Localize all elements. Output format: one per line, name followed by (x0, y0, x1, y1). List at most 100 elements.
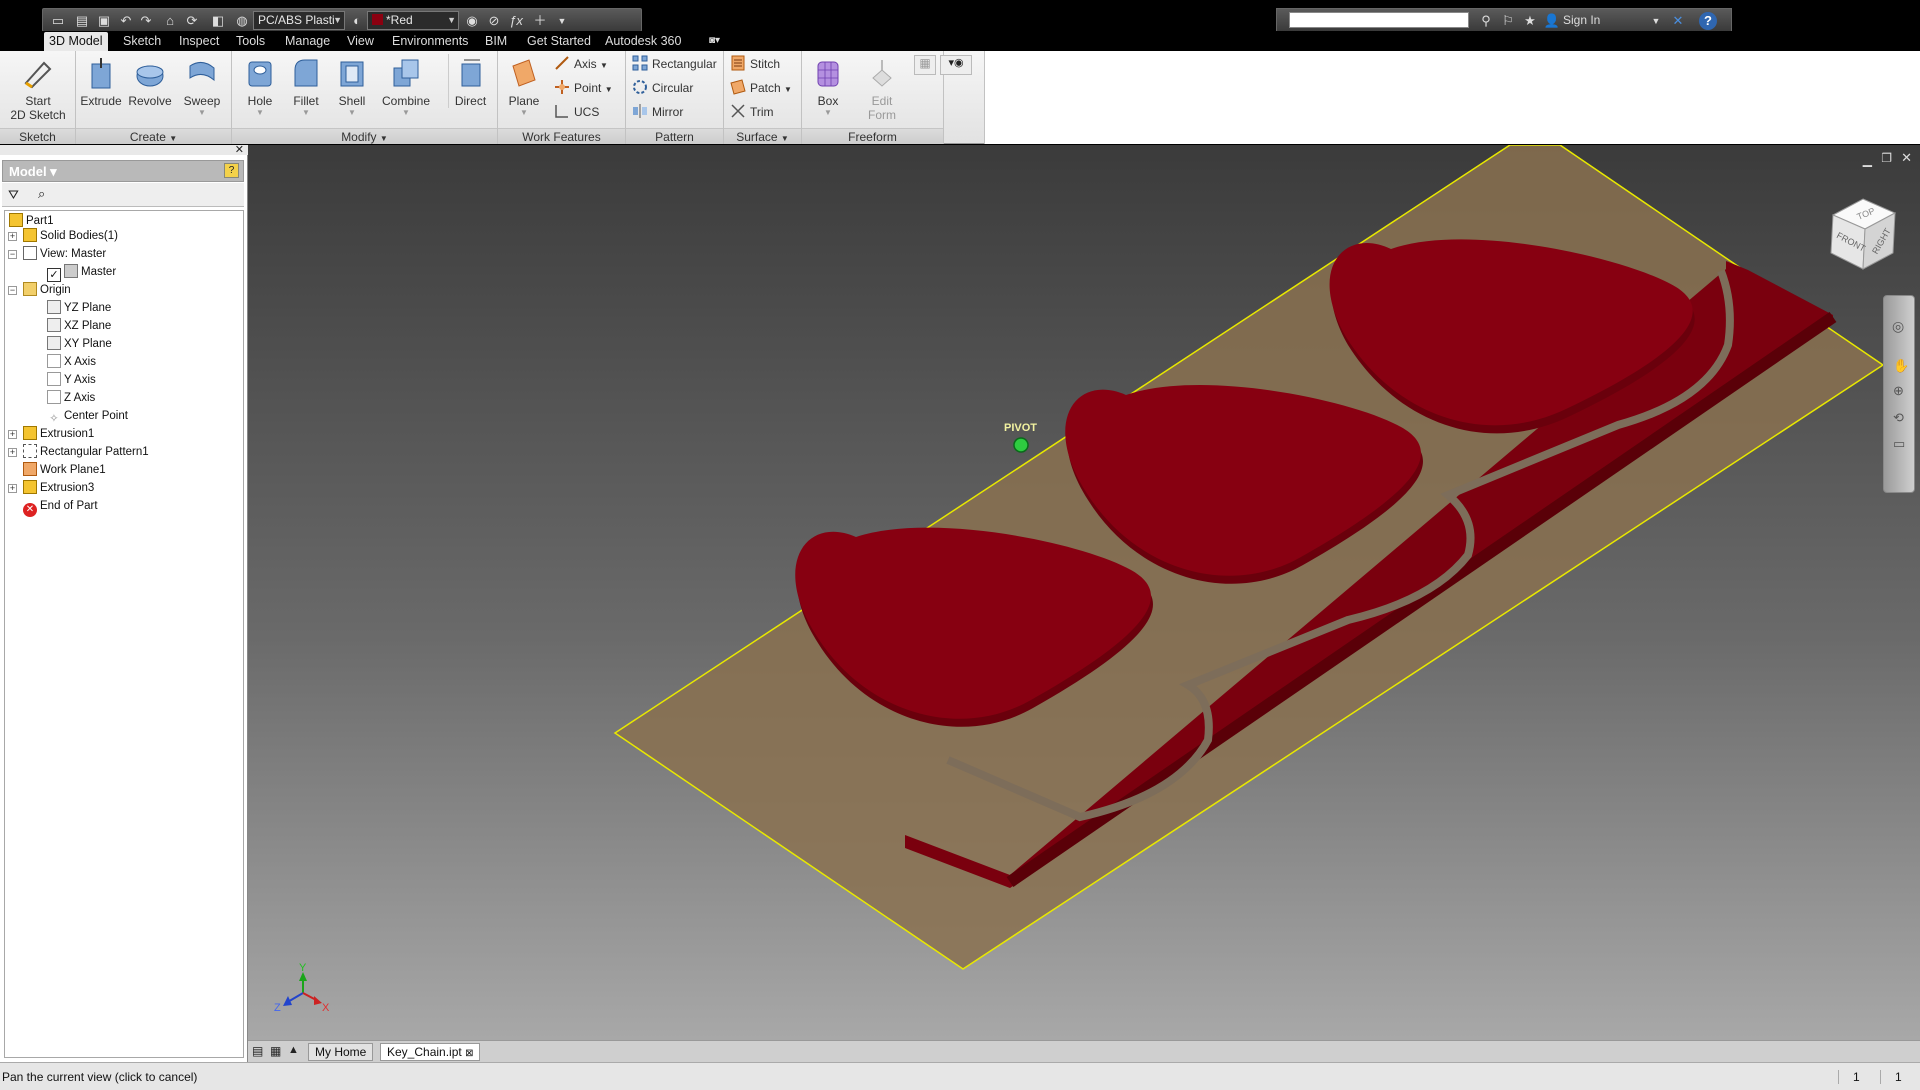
filter-icon[interactable]: ⛛ (8, 187, 19, 203)
axis-button[interactable]: Axis ▼ (554, 54, 608, 74)
expand-icon[interactable]: + (8, 448, 17, 457)
box-button[interactable]: Box ▼ (808, 54, 848, 117)
more-options-icon[interactable]: ▾◉ (940, 55, 972, 75)
pan-icon[interactable]: ✋ (1893, 358, 1909, 374)
expand-icon[interactable]: + (8, 232, 17, 241)
cascade-windows-icon[interactable]: ▦ (270, 1044, 281, 1058)
save-icon[interactable]: ▣ (95, 12, 113, 30)
collapse-icon[interactable]: − (8, 286, 17, 295)
tab-3d-model[interactable]: 3D Model (44, 32, 108, 51)
customize-icon[interactable]: ▼ (553, 12, 571, 30)
tree-node-extrusion3[interactable]: Extrusion3 (23, 480, 94, 496)
parameters-icon[interactable]: ƒx (507, 12, 525, 30)
ucs-button[interactable]: UCS (554, 102, 599, 122)
tab-list-icon[interactable]: ▲ (288, 1044, 299, 1056)
clear-appearance-icon[interactable]: ⊘ (485, 12, 503, 30)
browser-title[interactable]: Model ▾ (9, 164, 57, 180)
stitch-button[interactable]: Stitch (730, 54, 780, 74)
search-input[interactable] (1289, 12, 1469, 28)
restore-icon[interactable]: ❐ (1881, 151, 1892, 165)
tab-bim[interactable]: BIM (480, 32, 512, 51)
tree-node-extrusion1[interactable]: Extrusion1 (23, 426, 94, 442)
tree-node-view-master[interactable]: View: Master (23, 246, 106, 262)
tab-environments[interactable]: Environments (387, 32, 473, 51)
start-2d-sketch-button[interactable]: Start 2D Sketch (4, 54, 72, 122)
sweep-button[interactable]: Sweep ▼ (178, 54, 226, 117)
orbit-icon[interactable]: ⟲ (1893, 410, 1904, 426)
redo-icon[interactable]: ↷ (137, 12, 155, 30)
expand-icon[interactable]: + (8, 484, 17, 493)
hole-button[interactable]: Hole ▼ (240, 54, 280, 117)
new-file-icon[interactable]: ▭ (49, 12, 67, 30)
update-icon[interactable]: ⟳ (183, 12, 201, 30)
adjust-icon[interactable]: ◉ (463, 12, 481, 30)
panel-options-icon[interactable]: ▦ (914, 55, 936, 75)
ribbon-options-icon[interactable]: ◙▾ (704, 32, 725, 51)
point-button[interactable]: Point ▼ (554, 78, 613, 98)
panel-label-modify[interactable]: Modify ▼ (232, 128, 497, 144)
checkbox-icon[interactable]: ✓ (47, 268, 61, 282)
tree-node-xz-plane[interactable]: XZ Plane (47, 318, 111, 334)
open-file-icon[interactable]: ▤ (73, 12, 91, 30)
extrude-button[interactable]: Extrude (80, 54, 122, 108)
revolve-button[interactable]: Revolve (126, 54, 174, 108)
tree-node-y-axis[interactable]: Y Axis (47, 372, 96, 388)
subscription-icon[interactable]: ⚐ (1499, 12, 1517, 30)
favorites-icon[interactable]: ★ (1521, 12, 1539, 30)
tile-windows-icon[interactable]: ▤ (252, 1044, 263, 1058)
edit-form-button[interactable]: Edit Form (862, 54, 902, 122)
tab-autodesk-360[interactable]: Autodesk 360 (600, 32, 686, 51)
tree-node-work-plane1[interactable]: Work Plane1 (23, 462, 106, 478)
tree-node-x-axis[interactable]: X Axis (47, 354, 96, 370)
combine-button[interactable]: Combine ▼ (378, 54, 434, 117)
shell-button[interactable]: Shell ▼ (332, 54, 372, 117)
tab-view[interactable]: View (342, 32, 379, 51)
sign-in-link[interactable]: Sign In (1563, 13, 1600, 27)
help-icon[interactable]: ? (224, 163, 239, 178)
circular-pattern-button[interactable]: Circular (632, 78, 693, 98)
rectangular-pattern-button[interactable]: Rectangular (632, 54, 717, 74)
material-select[interactable]: PC/ABS Plasti ▼ (253, 11, 345, 30)
pivot-marker-icon[interactable] (1013, 437, 1029, 453)
panel-label-surface[interactable]: Surface ▼ (724, 128, 801, 144)
add-icon[interactable]: ＋ (531, 12, 549, 30)
close-tab-icon[interactable]: ⊠ (465, 1048, 473, 1059)
tree-node-master[interactable]: ✓ Master (47, 264, 116, 282)
tab-my-home[interactable]: My Home (308, 1043, 374, 1061)
tree-node-xy-plane[interactable]: XY Plane (47, 336, 112, 352)
tree-node-origin[interactable]: Origin (23, 282, 71, 298)
panel-label-create[interactable]: Create ▼ (76, 128, 231, 144)
find-icon[interactable]: ⌕ (38, 186, 45, 202)
expand-icon[interactable]: + (8, 430, 17, 439)
mirror-button[interactable]: Mirror (632, 102, 683, 122)
fillet-button[interactable]: Fillet ▼ (286, 54, 326, 117)
zoom-icon[interactable]: ⊕ (1893, 383, 1904, 399)
search-icon[interactable]: ⚲ (1477, 12, 1495, 30)
tab-sketch[interactable]: Sketch (118, 32, 166, 51)
close-icon[interactable]: ✕ (1901, 150, 1912, 166)
tab-tools[interactable]: Tools (231, 32, 270, 51)
close-browser-icon[interactable]: ✕ (235, 143, 244, 156)
exchange-icon[interactable]: ✕ (1669, 12, 1687, 30)
collapse-icon[interactable]: − (8, 250, 17, 259)
tree-node-z-axis[interactable]: Z Axis (47, 390, 95, 406)
graphics-window[interactable]: PIVOT Y Z X ▁ ❐ ✕ TOP FRONT RIGHT ◎ ✋ ⊕ … (248, 145, 1920, 1040)
view-cube[interactable]: TOP FRONT RIGHT (1823, 195, 1903, 275)
direct-button[interactable]: Direct (448, 54, 492, 108)
tree-node-end-of-part[interactable]: ✕ End of Part (23, 498, 98, 517)
appearance-select[interactable]: *Red ▼ (367, 11, 459, 30)
select-icon[interactable]: ◧ (209, 12, 227, 30)
steering-wheel-icon[interactable]: ◎ (1892, 318, 1904, 335)
home-icon[interactable]: ⌂ (161, 12, 179, 30)
material-icon[interactable]: ◍ (233, 12, 251, 30)
plane-button[interactable]: Plane ▼ (504, 54, 544, 117)
tab-inspect[interactable]: Inspect (174, 32, 224, 51)
chevron-down-icon[interactable]: ▼ (1647, 12, 1665, 30)
look-at-icon[interactable]: ▭ (1893, 436, 1905, 452)
trim-button[interactable]: Trim (730, 102, 774, 122)
tree-node-solid-bodies[interactable]: Solid Bodies(1) (23, 228, 118, 244)
tree-node-yz-plane[interactable]: YZ Plane (47, 300, 111, 316)
tab-manage[interactable]: Manage (280, 32, 335, 51)
tree-node-rectangular-pattern1[interactable]: Rectangular Pattern1 (23, 444, 149, 460)
patch-button[interactable]: Patch ▼ (730, 78, 792, 98)
